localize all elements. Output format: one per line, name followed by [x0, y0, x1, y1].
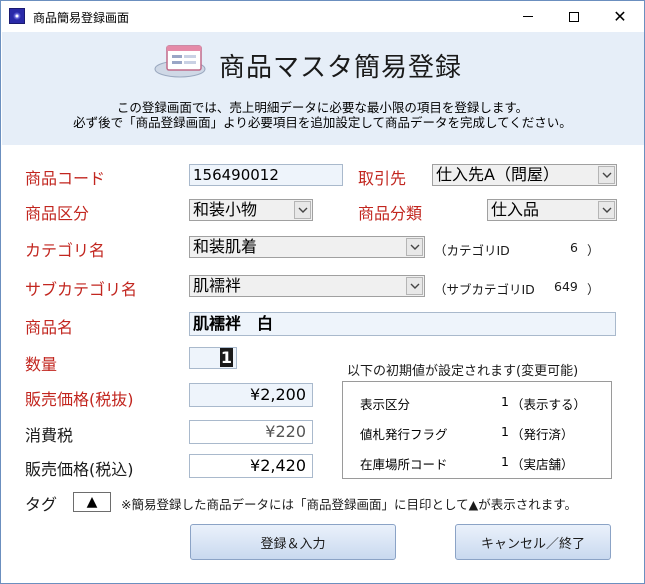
product-bunrui-value: 仕入品: [491, 200, 540, 219]
quantity-value: 1: [219, 348, 233, 367]
app-icon: [9, 8, 25, 24]
product-name-label: 商品名: [25, 318, 74, 337]
minimize-button[interactable]: [505, 1, 551, 32]
defaults-heading: 以下の初期値が設定されます(変更可能): [347, 364, 579, 379]
subcategory-id-value: 649: [554, 279, 578, 294]
category-label: カテゴリ名: [25, 241, 106, 260]
subcategory-label: サブカテゴリ名: [25, 280, 138, 299]
default-label-display: 表示区分: [360, 397, 411, 412]
product-bunrui-label: 商品分類: [358, 204, 423, 223]
product-kubun-select[interactable]: 和装小物: [189, 199, 313, 221]
default-label-pricetag: 値札発行フラグ: [360, 427, 448, 442]
defaults-panel: 表示区分 1 （表示する） 値札発行フラグ 1 （発行済） 在庫場所コード 1 …: [342, 381, 612, 479]
price-incl-output: ¥2,420: [189, 454, 313, 478]
default-desc-location: （実店舗）: [511, 457, 574, 472]
description-line-2: 必ず後で「商品登録画面」より必要項目を追加設定して商品データを完成してください。: [73, 115, 572, 130]
triangle-icon: ▲: [86, 494, 98, 510]
subcategory-id-close: ）: [587, 282, 600, 297]
product-code-label: 商品コード: [25, 169, 106, 188]
tag-marker-box: ▲: [73, 492, 111, 512]
close-icon: ✕: [613, 6, 627, 26]
category-id-label: （カテゴリID: [434, 243, 510, 258]
chevron-down-icon[interactable]: [406, 277, 423, 295]
close-button[interactable]: ✕: [597, 1, 643, 32]
supplier-value: 仕入先A（問屋）: [436, 165, 559, 184]
product-bunrui-select[interactable]: 仕入品: [487, 199, 617, 221]
tag-note: ※簡易登録した商品データには「商品登録画面」に目印として▲が表示されます。: [121, 497, 577, 512]
price-excl-label: 販売価格(税抜): [25, 390, 134, 409]
price-excl-input[interactable]: ¥2,200: [189, 383, 313, 407]
category-id-close: ）: [587, 243, 600, 258]
tax-output: ¥220: [189, 420, 313, 444]
maximize-icon: [569, 11, 579, 22]
window-title: 商品簡易登録画面: [33, 11, 130, 25]
category-id-value: 6: [570, 240, 578, 255]
chevron-down-icon[interactable]: [598, 166, 615, 184]
product-code-input[interactable]: 156490012: [189, 164, 343, 186]
supplier-select[interactable]: 仕入先A（問屋）: [432, 164, 617, 186]
product-name-input[interactable]: 肌襦袢 白: [189, 312, 616, 336]
quantity-input[interactable]: 1: [189, 347, 237, 369]
maximize-button[interactable]: [551, 1, 597, 32]
default-value-display: 1: [501, 394, 509, 409]
default-desc-display: （表示する）: [511, 397, 587, 412]
dialog-window: 商品簡易登録画面 ✕ 商品マスタ簡易登録 この登録画面では、売上明細データに必要…: [0, 0, 645, 584]
supplier-label: 取引先: [358, 169, 407, 188]
default-desc-pricetag: （発行済）: [511, 427, 574, 442]
product-kubun-value: 和装小物: [193, 200, 258, 219]
chevron-down-icon[interactable]: [598, 201, 615, 219]
category-value: 和装肌着: [193, 237, 258, 256]
tax-label: 消費税: [25, 426, 74, 445]
default-value-pricetag: 1: [501, 424, 509, 439]
title-bar: 商品簡易登録画面 ✕: [1, 1, 644, 32]
register-button[interactable]: 登録＆入力: [190, 524, 396, 560]
quantity-label: 数量: [25, 355, 58, 374]
price-incl-label: 販売価格(税込): [25, 460, 134, 479]
subcategory-id-label: （サブカテゴリID: [434, 282, 535, 297]
page-title: 商品マスタ簡易登録: [219, 53, 463, 83]
default-label-location: 在庫場所コード: [360, 457, 448, 472]
minimize-icon: [523, 16, 533, 17]
chevron-down-icon[interactable]: [406, 238, 423, 256]
product-kubun-label: 商品区分: [25, 204, 90, 223]
subcategory-value: 肌襦袢: [193, 276, 242, 295]
form-icon: [154, 45, 206, 78]
default-value-location: 1: [501, 454, 509, 469]
tag-label: タグ: [25, 495, 58, 514]
chevron-down-icon[interactable]: [294, 201, 311, 219]
category-select[interactable]: 和装肌着: [189, 236, 425, 258]
subcategory-select[interactable]: 肌襦袢: [189, 275, 425, 297]
cancel-button[interactable]: キャンセル／終了: [455, 524, 611, 560]
